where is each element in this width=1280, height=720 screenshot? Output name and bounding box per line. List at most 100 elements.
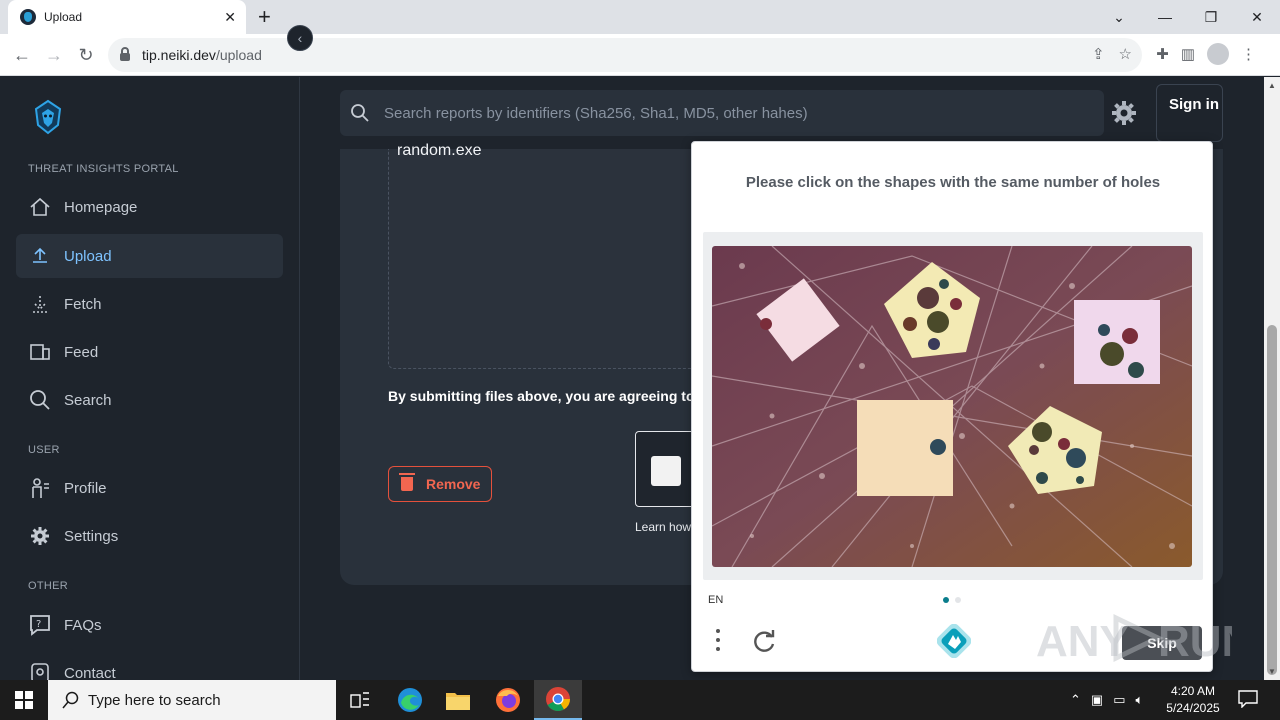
bookmark-star-icon[interactable]: ☆ <box>1119 45 1132 63</box>
hcaptcha-logo-icon[interactable] <box>937 624 971 658</box>
captcha-progress <box>943 597 961 603</box>
profile-icon <box>28 476 52 500</box>
browser-tabbar: Upload ✕ + ⌄ — ❐ ✕ <box>0 0 1280 34</box>
reload-icon[interactable]: ↻ <box>74 43 98 67</box>
sidebar-item-feed[interactable]: Feed <box>16 330 283 374</box>
remove-label: Remove <box>426 476 481 492</box>
scroll-up-icon[interactable]: ▲ <box>1268 81 1276 90</box>
profile-avatar[interactable] <box>1207 43 1229 65</box>
sidebar-item-faqs[interactable]: ? FAQs <box>16 603 283 647</box>
minimize-icon[interactable]: — <box>1142 0 1188 34</box>
scrollbar-thumb[interactable] <box>1267 325 1277 675</box>
sign-in-button[interactable]: Sign in <box>1156 84 1223 142</box>
sidebar-item-settings[interactable]: Settings <box>16 514 283 558</box>
upload-icon <box>28 244 52 268</box>
window-controls: ⌄ — ❐ ✕ <box>1096 0 1280 34</box>
tab-title: Upload <box>44 10 83 24</box>
page-scrollbar[interactable]: ▲ ▼ <box>1264 77 1280 680</box>
collapse-sidebar-button[interactable]: ‹ <box>287 25 313 51</box>
url-field[interactable]: tip.neiki.dev /upload ⇪ ☆ <box>108 38 1142 72</box>
captcha-language-selector[interactable]: EN <box>708 594 723 606</box>
search-icon <box>351 104 369 122</box>
fetch-icon <box>28 292 52 316</box>
share-icon[interactable]: ⇪ <box>1092 45 1105 63</box>
search-icon <box>62 691 79 709</box>
url-host: tip.neiki.dev <box>142 47 216 63</box>
browser-tab[interactable]: Upload ✕ <box>8 0 246 34</box>
system-tray: ⌃ ▣ ▭ 🔈︎ <box>1070 680 1143 720</box>
sidebar-item-label: Homepage <box>64 198 138 216</box>
uploaded-filename: random.exe <box>397 142 482 159</box>
file-explorer-icon[interactable] <box>434 680 482 720</box>
tab-favicon-icon <box>20 9 36 25</box>
sidebar-item-label: FAQs <box>64 616 102 634</box>
back-icon[interactable]: ← <box>10 43 34 67</box>
search-icon <box>28 388 52 412</box>
close-tab-icon[interactable]: ✕ <box>224 9 236 26</box>
taskbar-search-box[interactable]: Type here to search <box>48 680 336 720</box>
captcha-prompt: Please click on the shapes with the same… <box>745 174 1161 191</box>
faq-icon: ? <box>28 613 52 637</box>
new-tab-icon[interactable]: + <box>258 4 271 30</box>
sidebar-item-upload[interactable]: Upload <box>16 234 283 278</box>
learn-how-link[interactable]: Learn how <box>635 520 691 534</box>
restore-icon[interactable]: ❐ <box>1188 0 1234 34</box>
volume-icon[interactable]: 🔈︎ <box>1136 692 1144 708</box>
report-search-input[interactable] <box>384 104 1084 122</box>
sidebar-item-label: Fetch <box>64 295 102 313</box>
sidebar-item-label: Settings <box>64 527 119 545</box>
captcha-refresh-icon[interactable] <box>751 629 777 655</box>
taskbar-search-placeholder: Type here to search <box>88 691 221 709</box>
tray-device-icon[interactable]: ▣ <box>1091 692 1103 708</box>
windows-taskbar: Type here to search ⌃ ▣ ▭ 🔈︎ 4:20 AM 5/2… <box>0 680 1280 720</box>
notification-center-icon[interactable] <box>1238 690 1258 708</box>
svg-text:?: ? <box>36 619 41 630</box>
captcha-progress-dot-active <box>943 597 949 603</box>
captcha-menu-icon[interactable] <box>714 629 722 655</box>
home-icon <box>28 195 52 219</box>
captcha-progress-dot <box>955 597 961 603</box>
taskbar-clock[interactable]: 4:20 AM 5/24/2025 <box>1160 683 1226 717</box>
terms-agreement-text: By submitting files above, you are agree… <box>388 388 695 404</box>
anyrun-watermark-logo: ANY RUN <box>1036 614 1232 666</box>
task-view-icon[interactable] <box>336 680 384 720</box>
neiki-logo-icon[interactable] <box>30 99 66 135</box>
forward-icon[interactable]: → <box>42 43 66 67</box>
section-other: OTHER <box>28 580 68 592</box>
windows-start-icon[interactable] <box>0 680 48 720</box>
shape-square-right[interactable] <box>1074 300 1160 384</box>
settings-gear-icon[interactable] <box>1110 99 1138 127</box>
section-portal: THREAT INSIGHTS PORTAL <box>28 163 179 175</box>
scroll-down-icon[interactable]: ▼ <box>1268 667 1276 676</box>
section-user: USER <box>28 444 60 456</box>
clock-time: 4:20 AM <box>1170 684 1216 698</box>
network-icon[interactable]: ▭ <box>1113 692 1125 708</box>
remove-button[interactable]: Remove <box>388 466 492 502</box>
tab-search-icon[interactable]: ⌄ <box>1096 0 1142 34</box>
close-window-icon[interactable]: ✕ <box>1234 0 1280 34</box>
sidebar-item-label: Upload <box>64 247 112 265</box>
side-panel-icon[interactable]: ▥ <box>1181 45 1195 63</box>
sidebar-item-search[interactable]: Search <box>16 378 283 422</box>
edge-browser-icon[interactable] <box>386 680 434 720</box>
sidebar-item-homepage[interactable]: Homepage <box>16 185 283 229</box>
sidebar: THREAT INSIGHTS PORTAL Homepage Upload F… <box>0 77 300 683</box>
report-search-bar <box>340 90 1104 136</box>
clock-date: 5/24/2025 <box>1166 701 1220 715</box>
address-bar: ← → ↻ tip.neiki.dev /upload ⇪ ☆ ✚ ▥ ⋮ <box>0 34 1280 76</box>
chrome-menu-icon[interactable]: ⋮ <box>1241 45 1256 63</box>
shape-square-bottom[interactable] <box>857 400 953 496</box>
sidebar-item-label: Contact <box>64 664 116 682</box>
captcha-dialog: Please click on the shapes with the same… <box>691 141 1213 672</box>
lock-icon <box>120 47 130 61</box>
tray-overflow-icon[interactable]: ⌃ <box>1070 692 1081 708</box>
chrome-taskbar-icon[interactable] <box>534 680 582 720</box>
firefox-icon[interactable] <box>484 680 532 720</box>
sidebar-item-fetch[interactable]: Fetch <box>16 282 283 326</box>
sidebar-item-label: Profile <box>64 479 107 497</box>
captcha-challenge-image <box>712 246 1192 567</box>
trash-icon <box>399 473 415 491</box>
extensions-icon[interactable]: ✚ <box>1156 45 1169 63</box>
sidebar-item-profile[interactable]: Profile <box>16 466 283 510</box>
captcha-checkbox-widget[interactable] <box>635 431 695 507</box>
